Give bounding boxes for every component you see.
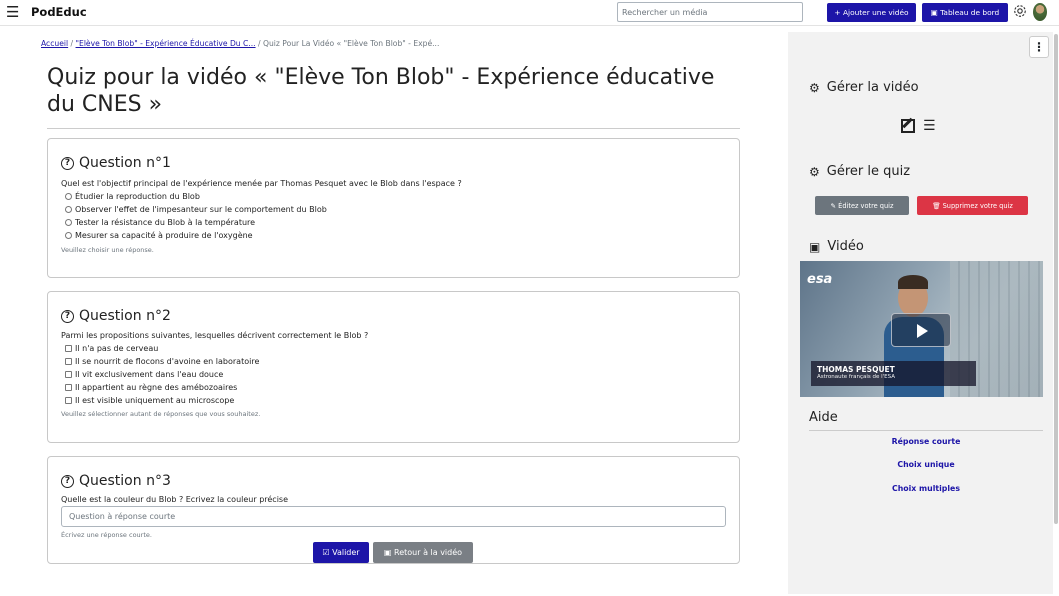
- video-overlay-role: Astronaute français de l'ESA: [817, 374, 896, 380]
- question-text: Quelle est la couleur du Blob ? Ecrivez …: [61, 495, 289, 504]
- radio-button[interactable]: [65, 206, 72, 213]
- option-label: Il n'a pas de cerveau: [75, 344, 159, 353]
- option-label: Mesurer sa capacité à produire de l'oxyg…: [75, 231, 253, 240]
- breadcrumb-video-link[interactable]: "Elève Ton Blob" - Expérience Éducative …: [76, 39, 256, 48]
- gear-icon[interactable]: [1013, 4, 1027, 18]
- video-heading: ▣ Vidéo: [809, 239, 864, 254]
- breadcrumb: Accueil / "Elève Ton Blob" - Expérience …: [41, 39, 439, 48]
- breadcrumb-current: Quiz Pour La Vidéo « "Elève Ton Blob" - …: [262, 39, 440, 48]
- check-square-icon: ☑: [322, 548, 333, 557]
- validate-label: Valider: [332, 548, 360, 557]
- option-label: Étudier la reproduction du Blob: [75, 192, 200, 201]
- radio-option[interactable]: Étudier la reproduction du Blob: [65, 192, 200, 201]
- checkbox-option[interactable]: Il appartient au règne des amébozoaires: [65, 383, 237, 392]
- gear-icon: ⚙: [809, 164, 820, 179]
- divider: [809, 430, 1043, 431]
- film-icon: ▣: [809, 239, 821, 254]
- edit-quiz-button[interactable]: ✎ Éditez votre quiz: [815, 196, 909, 215]
- scrollbar-thumb[interactable]: [1054, 34, 1058, 524]
- checkbox[interactable]: [65, 384, 72, 391]
- help-link-short-answer[interactable]: Réponse courte: [809, 437, 1043, 446]
- validate-button[interactable]: ☑ Valider: [313, 542, 369, 563]
- help-heading: Aide: [809, 410, 838, 425]
- radio-option[interactable]: Mesurer sa capacité à produire de l'oxyg…: [65, 231, 253, 240]
- video-title: Vidéo: [827, 239, 864, 254]
- list-icon[interactable]: ☰: [923, 118, 936, 134]
- more-options-icon[interactable]: ⋮: [1029, 36, 1049, 58]
- add-video-button[interactable]: + Ajouter une vidéo: [827, 3, 916, 22]
- return-to-video-button[interactable]: ▣ Retour à la vidéo: [373, 542, 473, 563]
- film-icon: ▣: [383, 548, 395, 557]
- question-title: Question n°2: [79, 308, 171, 324]
- question-hint: Veuillez choisir une réponse.: [61, 246, 154, 254]
- video-edit-toolbar: ☰: [901, 118, 936, 134]
- option-label: Observer l'effet de l'impesanteur sur le…: [75, 205, 327, 214]
- search-input[interactable]: [617, 2, 803, 22]
- edit-quiz-label: Éditez votre quiz: [838, 201, 894, 210]
- checkbox[interactable]: [65, 345, 72, 352]
- question-circle-icon: ?: [61, 156, 74, 170]
- page-title: Quiz pour la vidéo « "Elève Ton Blob" - …: [47, 65, 715, 117]
- play-icon[interactable]: [891, 313, 951, 347]
- question-card-2: ? Question n°2 Parmi les propositions su…: [47, 291, 740, 443]
- delete-quiz-button[interactable]: 🗑 Supprimez votre quiz: [917, 196, 1028, 215]
- checkbox-option[interactable]: Il vit exclusivement dans l'eau douce: [65, 370, 223, 379]
- question-text: Quel est l'objectif principal de l'expér…: [61, 179, 462, 188]
- main-content: Accueil / "Elève Ton Blob" - Expérience …: [0, 26, 788, 596]
- checkbox[interactable]: [65, 358, 72, 365]
- dashboard-button[interactable]: ▣ Tableau de bord: [922, 3, 1008, 22]
- question-heading: ? Question n°3: [61, 473, 171, 489]
- question-heading: ? Question n°1: [61, 155, 171, 171]
- radio-button[interactable]: [65, 193, 72, 200]
- checkbox-option[interactable]: Il se nourrit de flocons d'avoine en lab…: [65, 357, 259, 366]
- question-heading: ? Question n°2: [61, 308, 171, 324]
- dashboard-label: Tableau de bord: [940, 8, 1000, 17]
- video-overlay-name: THOMAS PESQUET: [817, 365, 895, 374]
- question-text: Parmi les propositions suivantes, lesque…: [61, 331, 369, 340]
- delete-quiz-label: Supprimez votre quiz: [942, 201, 1013, 210]
- radio-button[interactable]: [65, 232, 72, 239]
- gear-icon: ⚙: [809, 80, 820, 95]
- menu-icon[interactable]: ☰: [6, 4, 19, 20]
- radio-button[interactable]: [65, 219, 72, 226]
- top-navbar: ☰ PodEduc + Ajouter une vidéo ▣ Tableau …: [0, 0, 1059, 26]
- question-card-1: ? Question n°1 Quel est l'objectif princ…: [47, 138, 740, 278]
- option-label: Il appartient au règne des amébozoaires: [75, 383, 238, 392]
- sidebar: ⋮ ⚙ Gérer la vidéo ☰ ⚙ Gérer le quiz ✎ É…: [788, 32, 1053, 594]
- video-lower-third: THOMAS PESQUET Astronaute français de l'…: [811, 361, 976, 386]
- esa-logo: esa: [807, 272, 833, 287]
- question-hint: Écrivez une réponse courte.: [61, 531, 152, 539]
- question-hint: Veuillez sélectionner autant de réponses…: [61, 410, 261, 418]
- option-label: Il est visible uniquement au microscope: [75, 396, 235, 405]
- breadcrumb-home-link[interactable]: Accueil: [41, 39, 68, 48]
- checkbox[interactable]: [65, 371, 72, 378]
- question-circle-icon: ?: [61, 474, 74, 488]
- short-answer-input[interactable]: [61, 506, 726, 527]
- avatar[interactable]: [1033, 3, 1047, 21]
- manage-quiz-heading: ⚙ Gérer le quiz: [809, 164, 910, 179]
- manage-video-heading: ⚙ Gérer la vidéo: [809, 80, 919, 95]
- question-title: Question n°3: [79, 473, 171, 489]
- manage-video-title: Gérer la vidéo: [826, 80, 919, 95]
- question-title: Question n°1: [79, 155, 171, 171]
- trash-icon: 🗑: [932, 201, 943, 210]
- film-icon: ▣: [930, 8, 941, 17]
- option-label: Il vit exclusivement dans l'eau douce: [75, 370, 224, 379]
- help-link-single-choice[interactable]: Choix unique: [809, 460, 1043, 469]
- divider: [47, 128, 740, 129]
- brand-logo[interactable]: PodEduc: [31, 5, 87, 19]
- help-link-multiple-choice[interactable]: Choix multiples: [809, 484, 1043, 493]
- option-label: Il se nourrit de flocons d'avoine en lab…: [75, 357, 260, 366]
- return-label: Retour à la vidéo: [394, 548, 463, 557]
- radio-option[interactable]: Observer l'effet de l'impesanteur sur le…: [65, 205, 327, 214]
- question-circle-icon: ?: [61, 309, 74, 323]
- option-label: Tester la résistance du Blob à la tempér…: [75, 218, 256, 227]
- checkbox-option[interactable]: Il n'a pas de cerveau: [65, 344, 158, 353]
- video-thumbnail[interactable]: esa THOMAS PESQUET Astronaute français d…: [800, 261, 1043, 397]
- radio-option[interactable]: Tester la résistance du Blob à la tempér…: [65, 218, 255, 227]
- manage-quiz-title: Gérer le quiz: [826, 164, 911, 179]
- checkbox[interactable]: [65, 397, 72, 404]
- edit-icon[interactable]: [901, 119, 915, 133]
- checkbox-option[interactable]: Il est visible uniquement au microscope: [65, 396, 234, 405]
